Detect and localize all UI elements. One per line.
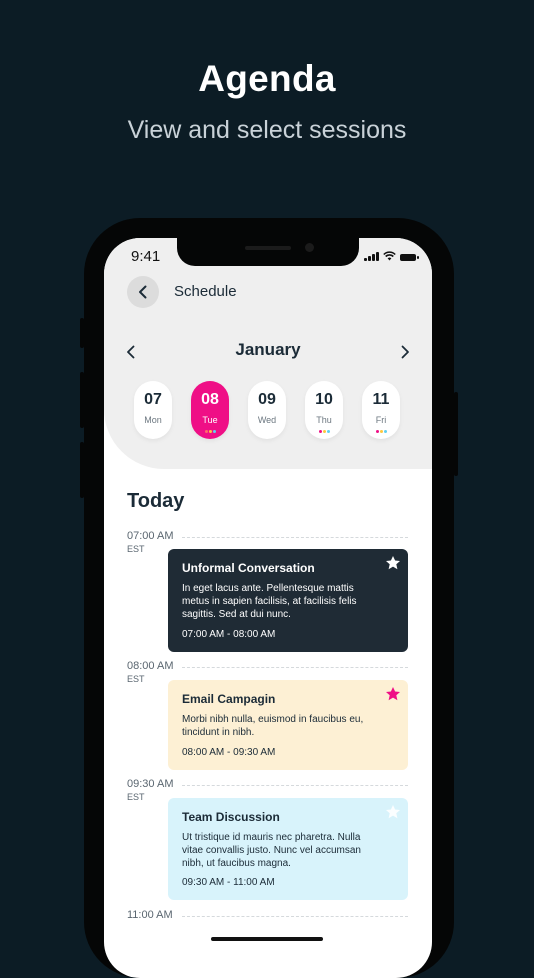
event-description: Morbi nibh nulla, euismod in faucibus eu… xyxy=(182,714,364,738)
time-slot-label: 11:00 AM xyxy=(127,909,173,921)
day-name: Mon xyxy=(144,415,162,425)
day-name: Tue xyxy=(202,415,218,425)
event-description: Ut tristique id mauris nec pharetra. Nul… xyxy=(182,832,361,869)
time-divider xyxy=(182,785,408,786)
event-card[interactable]: Unformal Conversation In eget lacus ante… xyxy=(168,549,408,652)
day-number: 10 xyxy=(315,391,333,408)
time-slot-label: 07:00 AM xyxy=(127,530,174,542)
event-time-range: 09:30 AM - 11:00 AM xyxy=(182,877,275,888)
notch-speaker xyxy=(245,246,291,250)
timezone-label: EST xyxy=(127,792,145,802)
day-number: 11 xyxy=(372,391,390,408)
battery-icon xyxy=(400,254,419,261)
phone-volume-down-button xyxy=(80,442,84,498)
home-indicator[interactable] xyxy=(211,937,323,941)
event-dots xyxy=(305,430,343,433)
day-name: Fri xyxy=(375,415,387,425)
calendar-header-area: 9:41 Schedule January 07 Mon 08 Tue 09 W… xyxy=(104,238,432,469)
time-divider xyxy=(182,537,408,538)
day-chip-selected[interactable]: 08 Tue xyxy=(191,381,229,439)
phone-notch xyxy=(177,238,359,266)
chevron-left-icon xyxy=(139,285,147,299)
cellular-signal-icon xyxy=(364,252,379,261)
month-label: January xyxy=(235,340,301,359)
event-title: Unformal Conversation xyxy=(182,561,315,575)
star-icon[interactable] xyxy=(385,686,401,702)
promo-subtitle: View and select sessions xyxy=(127,116,407,144)
phone-side-button xyxy=(80,318,84,348)
promo-title: Agenda xyxy=(198,58,336,99)
phone-power-button xyxy=(454,392,458,476)
event-time-range: 08:00 AM - 09:30 AM xyxy=(182,747,276,758)
event-dots xyxy=(362,430,400,433)
chevron-right-icon xyxy=(401,345,409,359)
star-icon[interactable] xyxy=(385,804,401,820)
back-button[interactable] xyxy=(127,276,159,308)
event-card[interactable]: Email Campagin Morbi nibh nulla, euismod… xyxy=(168,680,408,770)
event-dot xyxy=(204,430,208,433)
timezone-label: EST xyxy=(127,674,145,684)
time-divider xyxy=(182,667,408,668)
timezone-label: EST xyxy=(127,544,145,554)
day-number: 08 xyxy=(201,391,219,408)
event-dot xyxy=(322,430,326,433)
star-icon[interactable] xyxy=(385,555,401,571)
notch-camera xyxy=(305,243,314,252)
today-heading: Today xyxy=(127,490,185,512)
day-chip[interactable]: 09 Wed xyxy=(248,381,286,439)
event-dot xyxy=(318,430,322,433)
phone-screen: 9:41 Schedule January 07 Mon 08 Tue 09 W… xyxy=(104,238,432,978)
day-name: Thu xyxy=(316,415,332,425)
page-title: Schedule xyxy=(174,283,237,300)
event-dot xyxy=(326,430,330,433)
status-icons xyxy=(364,251,419,261)
event-title: Email Campagin xyxy=(182,692,276,706)
event-dot xyxy=(208,430,212,433)
event-dot xyxy=(212,430,216,433)
day-chip[interactable]: 11 Fri xyxy=(362,381,400,439)
day-chip[interactable]: 07 Mon xyxy=(134,381,172,439)
next-month-button[interactable] xyxy=(395,342,415,362)
wifi-icon xyxy=(383,251,396,261)
event-dots xyxy=(191,430,229,433)
status-time: 9:41 xyxy=(131,248,161,265)
event-dot xyxy=(379,430,383,433)
event-description: In eget lacus ante. Pellentesque mattis … xyxy=(182,583,357,620)
time-slot-label: 08:00 AM xyxy=(127,660,174,672)
time-divider xyxy=(182,916,408,917)
day-chip[interactable]: 10 Thu xyxy=(305,381,343,439)
time-slot-label: 09:30 AM xyxy=(127,778,174,790)
event-title: Team Discussion xyxy=(182,810,280,824)
day-number: 09 xyxy=(258,391,276,408)
event-card[interactable]: Team Discussion Ut tristique id mauris n… xyxy=(168,798,408,900)
day-name: Wed xyxy=(257,415,277,425)
event-dot xyxy=(375,430,379,433)
event-dot xyxy=(383,430,387,433)
phone-volume-up-button xyxy=(80,372,84,428)
event-time-range: 07:00 AM - 08:00 AM xyxy=(182,629,276,640)
day-number: 07 xyxy=(144,391,162,408)
